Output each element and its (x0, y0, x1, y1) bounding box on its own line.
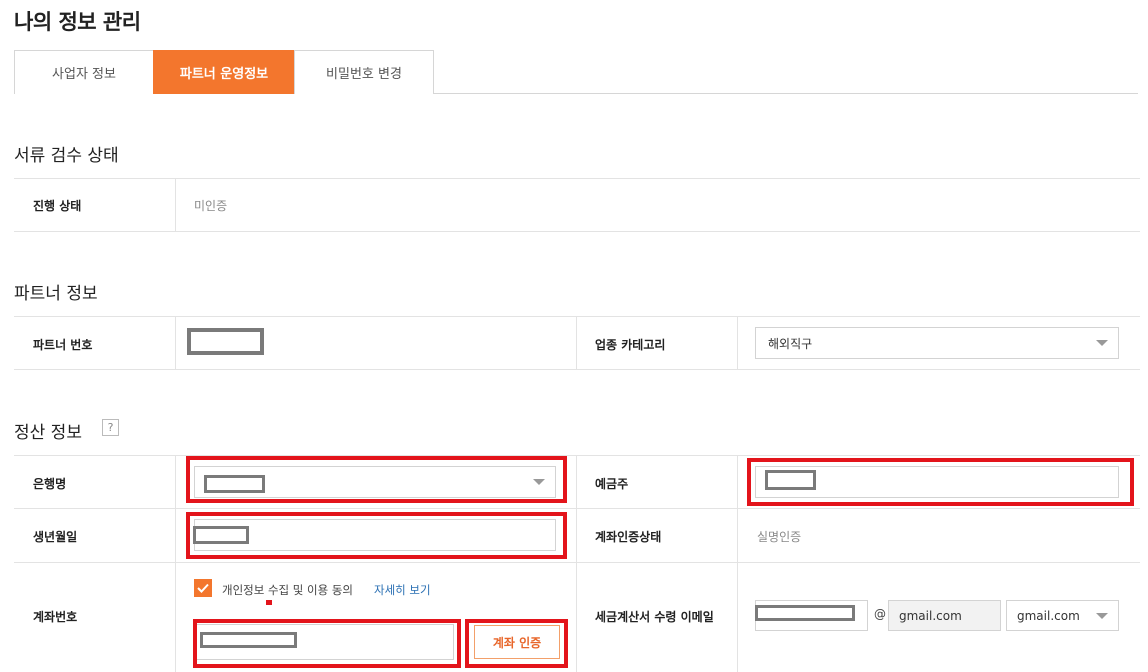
chevron-down-icon (1096, 340, 1108, 346)
redacted-account-number (200, 632, 297, 648)
consent-checkbox[interactable] (194, 579, 212, 597)
tab-business-info[interactable]: 사업자 정보 (14, 50, 154, 94)
partner-number-label: 파트너 번호 (33, 338, 93, 352)
progress-status-label: 진행 상태 (33, 199, 82, 213)
category-label: 업종 카테고리 (595, 338, 666, 352)
tax-email-label: 세금계산서 수령 이메일 (595, 610, 714, 624)
email-domain-select[interactable]: gmail.com (1006, 600, 1119, 631)
divider (576, 316, 577, 369)
category-select-value: 해외직구 (768, 336, 813, 351)
redacted-account-holder (765, 470, 816, 490)
chevron-down-icon (533, 479, 545, 485)
redacted-email-local (755, 605, 855, 621)
divider (737, 455, 738, 672)
divider (14, 178, 1140, 179)
page-title: 나의 정보 관리 (14, 10, 141, 34)
account-status-label: 계좌인증상태 (595, 530, 662, 544)
settlement-info-title: 정산 정보 (14, 423, 82, 443)
tab-change-password[interactable]: 비밀번호 변경 (294, 50, 434, 94)
account-number-label: 계좌번호 (33, 610, 78, 624)
divider (14, 369, 1140, 370)
email-domain-input[interactable]: gmail.com (888, 600, 1001, 631)
marker (266, 600, 272, 605)
document-review-title: 서류 검수 상태 (14, 146, 119, 166)
divider (14, 562, 1140, 563)
redacted-bank-name (204, 475, 265, 493)
consent-text: 개인정보 수집 및 이용 동의 (222, 583, 354, 597)
tab-partner-operation-info[interactable]: 파트너 운영정보 (153, 50, 295, 94)
divider (14, 455, 1140, 456)
tab-bar: 사업자 정보 파트너 운영정보 비밀번호 변경 (14, 50, 1138, 94)
email-domain-select-value: gmail.com (1017, 608, 1080, 623)
account-verify-button[interactable]: 계좌 인증 (474, 625, 560, 659)
redacted-birth-date (193, 526, 249, 544)
help-icon[interactable]: ? (102, 419, 119, 436)
account-status-value: 실명인증 (757, 530, 802, 544)
check-icon (197, 583, 209, 593)
category-select[interactable]: 해외직구 (755, 327, 1119, 359)
email-at-sign: @ (874, 607, 886, 621)
birth-date-label: 생년월일 (33, 530, 78, 544)
divider (576, 455, 577, 672)
divider (14, 316, 1140, 317)
progress-status-value: 미인증 (194, 199, 228, 213)
bank-name-label: 은행명 (33, 477, 67, 491)
consent-detail-link[interactable]: 자세히 보기 (374, 582, 431, 598)
divider (175, 316, 176, 369)
divider (737, 316, 738, 369)
divider (14, 508, 1140, 509)
divider (14, 231, 1140, 232)
divider (175, 455, 176, 672)
chevron-down-icon (1096, 612, 1108, 619)
redacted-partner-number (187, 328, 264, 355)
account-holder-label: 예금주 (595, 477, 629, 491)
divider (175, 178, 176, 231)
partner-info-title: 파트너 정보 (14, 284, 98, 304)
